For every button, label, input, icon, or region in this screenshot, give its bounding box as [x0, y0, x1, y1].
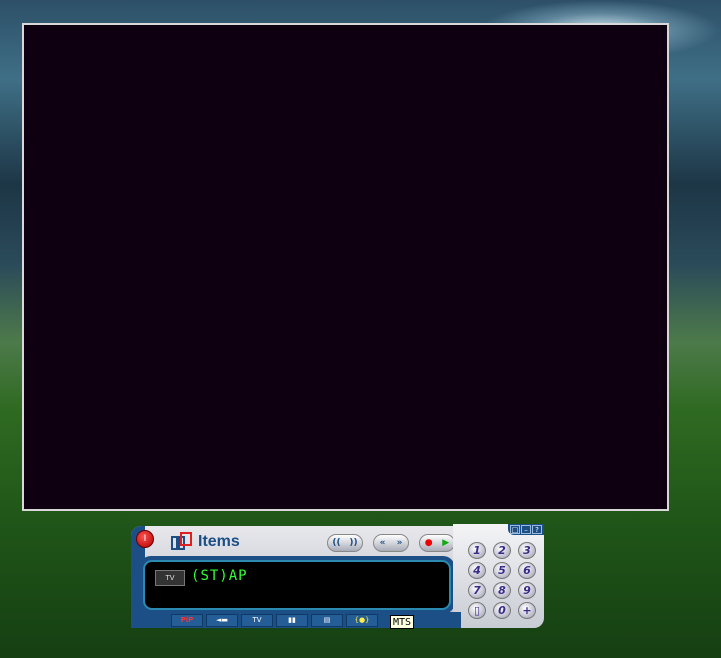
display-screen: TV (ST)AP	[143, 560, 451, 610]
key-8[interactable]: 8	[493, 582, 511, 599]
volume-group: (( ))	[327, 534, 363, 552]
volume-down-button[interactable]: ((	[332, 538, 340, 548]
video-window[interactable]	[22, 23, 669, 511]
logo: Items	[171, 532, 240, 552]
key-5[interactable]: 5	[493, 562, 511, 579]
keypad: □ – ? 1 2 3 4 5 6 7 8 9 ▯ 0 +	[453, 524, 544, 628]
pip-button[interactable]: PiP	[171, 614, 203, 627]
key-1[interactable]: 1	[468, 542, 486, 559]
channel-prev-button[interactable]: «	[380, 538, 386, 548]
stereo-indicator: ST	[200, 568, 220, 584]
status-readout: (ST)AP	[191, 568, 248, 584]
list-button[interactable]: ▤	[311, 614, 343, 627]
volume-up-button[interactable]: ))	[349, 538, 357, 548]
channel-group: « »	[373, 534, 409, 552]
key-7[interactable]: 7	[468, 582, 486, 599]
scan-button[interactable]: {●}	[346, 614, 378, 627]
mts-tooltip: MTS	[390, 615, 415, 629]
display-frame: TV (ST)AP	[139, 556, 455, 614]
key-0[interactable]: 0	[493, 602, 511, 619]
key-toggle[interactable]: ▯	[468, 602, 486, 619]
tv-button[interactable]: TV	[241, 614, 273, 627]
channel-next-button[interactable]: »	[397, 538, 403, 548]
key-9[interactable]: 9	[518, 582, 536, 599]
panel-body: I Items (( )) « » ● ▶ TV (ST)AP	[131, 526, 491, 626]
maximize-button[interactable]: □	[510, 525, 520, 534]
window-buttons: □ – ?	[508, 524, 544, 535]
key-plus[interactable]: +	[518, 602, 536, 619]
help-button[interactable]: ?	[532, 525, 542, 534]
minimize-button[interactable]: –	[521, 525, 531, 534]
audio-button[interactable]: ◄▬	[206, 614, 238, 627]
logo-text: Items	[198, 533, 240, 550]
key-2[interactable]: 2	[493, 542, 511, 559]
power-button[interactable]: I	[136, 530, 154, 548]
key-4[interactable]: 4	[468, 562, 486, 579]
mode-indicator: AP	[228, 568, 248, 584]
record-button[interactable]: ●	[425, 538, 433, 548]
video-settings-button[interactable]: ▮▮	[276, 614, 308, 627]
key-6[interactable]: 6	[518, 562, 536, 579]
logo-icon	[171, 532, 195, 552]
key-3[interactable]: 3	[518, 542, 536, 559]
tv-player-panel: I Items (( )) « » ● ▶ TV (ST)AP □ – ? 1 …	[131, 524, 544, 629]
source-button[interactable]: TV	[155, 570, 185, 586]
record-play-group: ● ▶	[419, 534, 455, 552]
play-button[interactable]: ▶	[442, 538, 449, 548]
